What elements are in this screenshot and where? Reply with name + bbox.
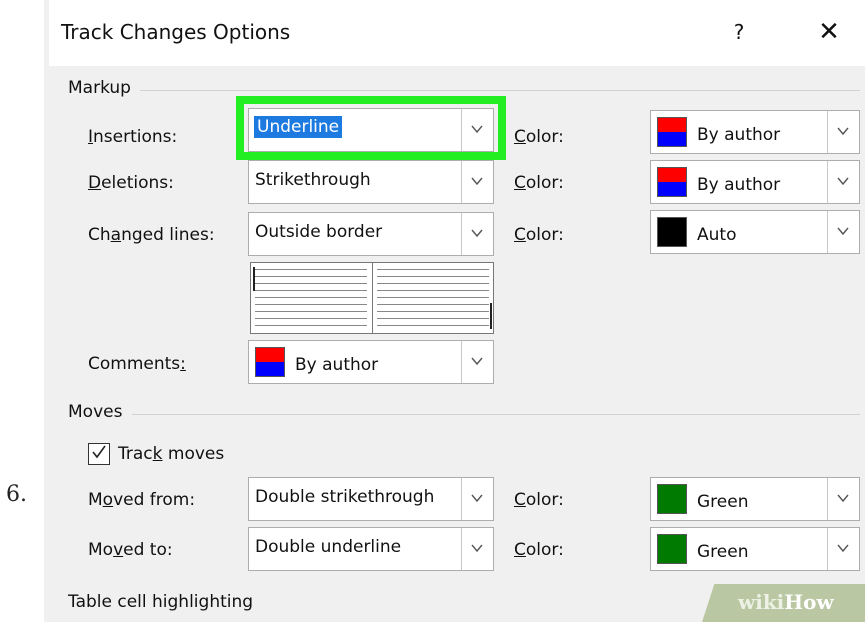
- chevron-down-icon: [837, 494, 849, 503]
- changed-lines-label: Changed lines:: [88, 225, 215, 245]
- help-button[interactable]: ?: [721, 14, 757, 50]
- deletions-color-swatch: [657, 167, 687, 197]
- deletions-label: Deletions:: [88, 173, 174, 193]
- table-cell-highlighting-label: Table cell highlighting: [68, 592, 254, 612]
- moved-to-label: Moved to:: [88, 540, 173, 560]
- deletions-color-value: By author: [697, 175, 781, 195]
- chevron-down-icon: [471, 357, 483, 366]
- changed-lines-preview: [250, 262, 494, 334]
- watermark-logo: wikiHow: [738, 590, 834, 614]
- moved-to-color-dropdown-button[interactable]: [827, 528, 859, 570]
- moved-to-select[interactable]: Double underline: [248, 527, 494, 571]
- chevron-down-icon: [837, 177, 849, 186]
- insertions-color-label: Color:: [514, 127, 564, 147]
- chevron-down-icon: [837, 544, 849, 553]
- moved-to-color-value: Green: [697, 542, 749, 562]
- preview-right-pane: [372, 263, 493, 333]
- dialog-title: Track Changes Options: [61, 20, 291, 44]
- changed-lines-color-value: Auto: [697, 225, 737, 245]
- moved-to-color-select[interactable]: Green: [650, 527, 860, 571]
- track-moves-checkbox[interactable]: [88, 443, 110, 465]
- comments-value: By author: [295, 355, 379, 375]
- changed-lines-color-label: Color:: [514, 225, 564, 245]
- highlight-frame: [236, 96, 506, 160]
- chevron-down-icon: [471, 544, 483, 553]
- insertions-color-select[interactable]: By author: [650, 110, 860, 154]
- moved-from-dropdown-button[interactable]: [461, 478, 493, 520]
- changed-lines-color-dropdown-button[interactable]: [827, 211, 859, 253]
- moved-from-value: Double strikethrough: [255, 487, 435, 507]
- chevron-down-icon: [837, 127, 849, 136]
- insertions-color-value: By author: [697, 125, 781, 145]
- deletions-color-dropdown-button[interactable]: [827, 161, 859, 203]
- track-moves-label[interactable]: Track moves: [118, 444, 224, 464]
- markup-group-label: Markup: [68, 78, 131, 98]
- moved-to-dropdown-button[interactable]: [461, 528, 493, 570]
- comments-color-swatch: [255, 347, 285, 377]
- chevron-down-icon: [471, 494, 483, 503]
- title-bar: Track Changes Options ? ✕: [49, 0, 865, 66]
- comments-select[interactable]: By author: [248, 340, 494, 384]
- moved-from-color-swatch: [657, 484, 687, 514]
- deletions-select[interactable]: Strikethrough: [248, 160, 494, 204]
- changed-lines-select[interactable]: Outside border: [248, 212, 494, 256]
- insertions-color-swatch: [657, 117, 687, 147]
- moved-from-color-value: Green: [697, 492, 749, 512]
- chevron-down-icon: [471, 177, 483, 186]
- changed-lines-dropdown-button[interactable]: [461, 213, 493, 255]
- chevron-down-icon: [837, 227, 849, 236]
- changed-lines-color-swatch: [657, 217, 687, 247]
- comments-label: Comments:: [88, 354, 186, 374]
- moved-from-select[interactable]: Double strikethrough: [248, 477, 494, 521]
- moved-from-color-label: Color:: [514, 490, 564, 510]
- moves-group-divider: [132, 414, 860, 415]
- comments-dropdown-button[interactable]: [461, 341, 493, 383]
- step-number: 6.: [6, 482, 27, 507]
- moved-from-color-select[interactable]: Green: [650, 477, 860, 521]
- moved-from-label: Moved from:: [88, 490, 196, 510]
- deletions-value: Strikethrough: [255, 170, 371, 190]
- changed-lines-value: Outside border: [255, 222, 383, 242]
- insertions-label: Insertions:: [88, 127, 178, 147]
- chevron-down-icon: [471, 229, 483, 238]
- deletions-dropdown-button[interactable]: [461, 161, 493, 203]
- changed-lines-color-select[interactable]: Auto: [650, 210, 860, 254]
- markup-group-divider: [140, 90, 860, 91]
- insertions-color-dropdown-button[interactable]: [827, 111, 859, 153]
- moved-to-value: Double underline: [255, 537, 402, 557]
- deletions-color-label: Color:: [514, 173, 564, 193]
- moves-group-label: Moves: [68, 402, 123, 422]
- moved-to-color-label: Color:: [514, 540, 564, 560]
- preview-left-pane: [251, 263, 372, 333]
- deletions-color-select[interactable]: By author: [650, 160, 860, 204]
- moved-from-color-dropdown-button[interactable]: [827, 478, 859, 520]
- checkmark-icon: [92, 445, 106, 459]
- close-button[interactable]: ✕: [809, 14, 849, 50]
- moved-to-color-swatch: [657, 534, 687, 564]
